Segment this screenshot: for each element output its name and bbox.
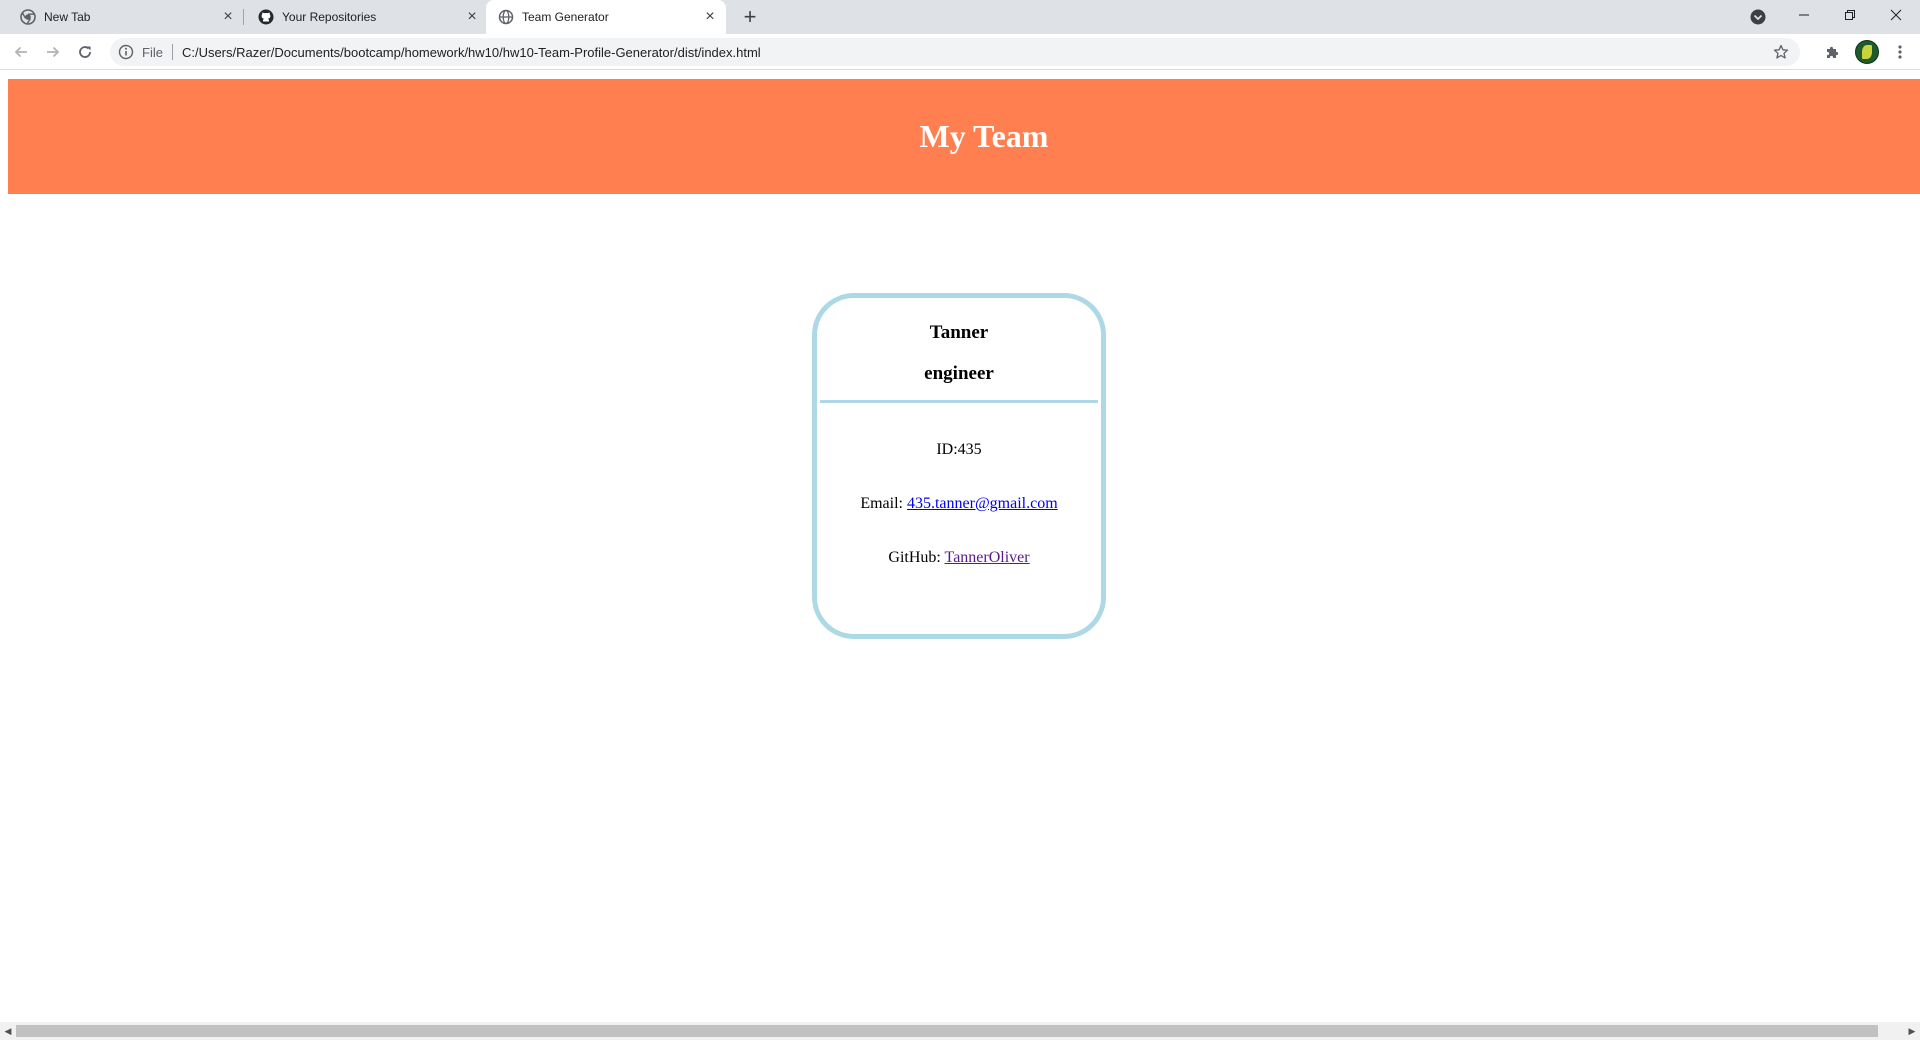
extensions-puzzle-icon[interactable] — [1823, 42, 1843, 62]
close-tab-icon[interactable]: × — [702, 8, 718, 25]
globe-icon — [498, 9, 514, 25]
github-icon — [258, 9, 274, 25]
tab-strip: New Tab × Your Repositories × Team Gener… — [0, 0, 1920, 34]
email-label: Email: — [860, 495, 907, 512]
tab-team-generator[interactable]: Team Generator × — [486, 0, 726, 34]
employee-id: ID:435 — [936, 441, 982, 458]
scrollbar-thumb[interactable] — [16, 1025, 1878, 1037]
new-tab-button[interactable]: + — [738, 4, 762, 29]
tab-new-tab[interactable]: New Tab × — [0, 0, 244, 34]
card-divider — [820, 400, 1098, 403]
tab-search-icon[interactable] — [1749, 8, 1767, 26]
tab-title: New Tab — [44, 10, 91, 24]
chrome-icon — [20, 9, 36, 25]
address-scheme-label: File — [142, 44, 163, 60]
browser-toolbar: File C:/Users/Razer/Documents/bootcamp/h… — [0, 34, 1920, 70]
restore-button[interactable] — [1827, 0, 1873, 30]
employee-card: Tanner engineer ID:435 Email: 435.tanner… — [812, 293, 1106, 639]
profile-avatar[interactable] — [1855, 40, 1879, 64]
page-viewport: My Team Tanner engineer ID:435 Email: 43… — [0, 70, 1920, 1022]
back-arrow-icon[interactable] — [9, 40, 33, 64]
employee-role: engineer — [924, 363, 994, 384]
close-tab-icon[interactable]: × — [464, 8, 480, 25]
scroll-right-arrow-icon[interactable]: ▶ — [1905, 1024, 1919, 1038]
horizontal-scrollbar[interactable]: ◀ ▶ — [0, 1022, 1920, 1040]
kebab-menu-icon[interactable] — [1888, 40, 1912, 64]
close-tab-icon[interactable]: × — [220, 8, 236, 25]
minimize-button[interactable] — [1781, 0, 1827, 30]
tab-title: Your Repositories — [282, 10, 377, 24]
info-icon[interactable] — [118, 44, 134, 60]
avatar-image — [1862, 45, 1872, 59]
tab-title: Team Generator — [522, 10, 609, 24]
tab-your-repositories[interactable]: Your Repositories × — [244, 0, 488, 34]
address-url[interactable]: C:/Users/Razer/Documents/bootcamp/homewo… — [182, 45, 1772, 60]
employee-name: Tanner — [929, 322, 989, 343]
forward-arrow-icon[interactable] — [41, 40, 65, 64]
bookmark-star-icon[interactable] — [1772, 43, 1790, 61]
employee-github-row: GitHub: TannerOliver — [817, 549, 1101, 567]
github-label: GitHub: — [888, 549, 945, 566]
page-title: My Team — [919, 118, 1049, 154]
reload-icon[interactable] — [73, 40, 97, 64]
page-header: My Team — [8, 79, 1920, 194]
scroll-left-arrow-icon[interactable]: ◀ — [1, 1024, 15, 1038]
address-bar[interactable]: File C:/Users/Razer/Documents/bootcamp/h… — [110, 38, 1800, 66]
email-link[interactable]: 435.tanner@gmail.com — [907, 495, 1058, 512]
close-window-button[interactable] — [1873, 0, 1919, 30]
github-link[interactable]: TannerOliver — [945, 549, 1030, 566]
employee-email-row: Email: 435.tanner@gmail.com — [817, 495, 1101, 513]
